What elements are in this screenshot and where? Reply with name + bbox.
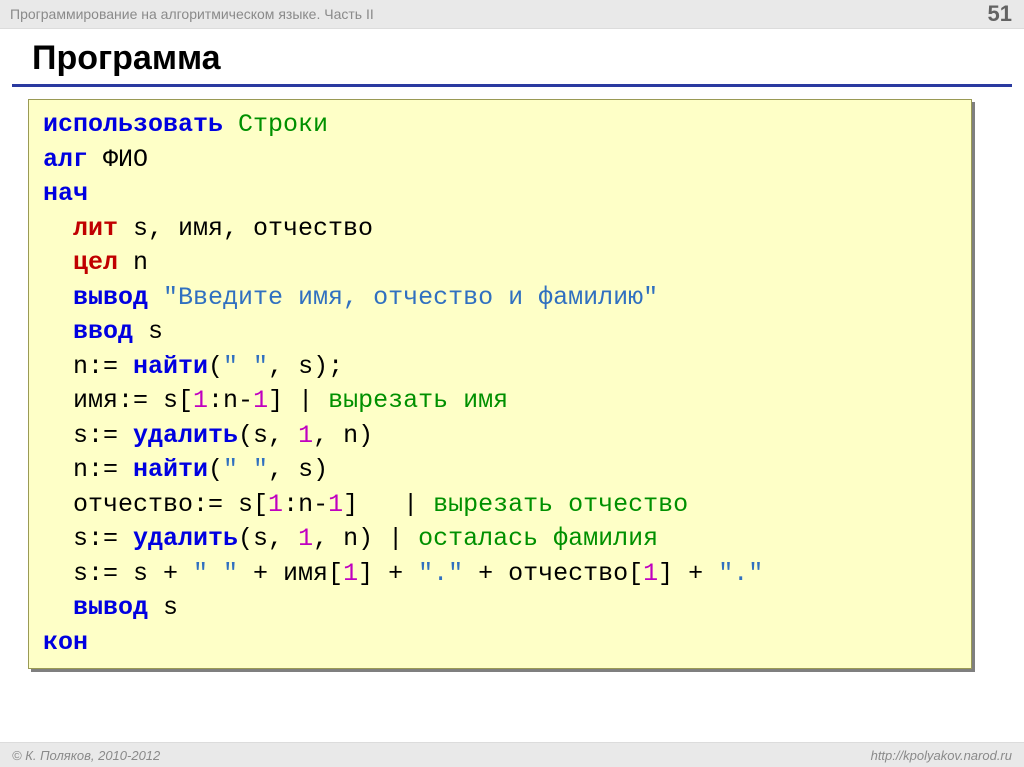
top-bar: Программирование на алгоритмическом язык… <box>0 0 1024 29</box>
code-line-13: s:= удалить(s, 1, n) | осталась фамилия <box>43 522 957 557</box>
code-line-12: отчество:= s[1:n-1] | вырезать отчество <box>43 488 957 523</box>
slide-heading: Программа <box>0 29 1024 84</box>
code-line-15: вывод s <box>43 591 957 626</box>
code-line-1: использовать Строки <box>43 108 957 143</box>
code-line-3: нач <box>43 177 957 212</box>
page-number: 51 <box>988 1 1012 27</box>
code-box: использовать Строки алг ФИО нач лит s, и… <box>28 99 972 669</box>
code-line-4: лит s, имя, отчество <box>43 212 957 247</box>
footer-url: http://kpolyakov.narod.ru <box>871 748 1012 763</box>
code-area: использовать Строки алг ФИО нач лит s, и… <box>0 87 1024 669</box>
slide: Программирование на алгоритмическом язык… <box>0 0 1024 767</box>
code-line-2: алг ФИО <box>43 143 957 178</box>
code-line-7: ввод s <box>43 315 957 350</box>
code-line-6: вывод "Введите имя, отчество и фамилию" <box>43 281 957 316</box>
copyright: © К. Поляков, 2010-2012 <box>12 748 160 763</box>
code-line-16: кон <box>43 626 957 661</box>
code-line-14: s:= s + " " + имя[1] + "." + отчество[1]… <box>43 557 957 592</box>
code-line-10: s:= удалить(s, 1, n) <box>43 419 957 454</box>
code-line-11: n:= найти(" ", s) <box>43 453 957 488</box>
footer: © К. Поляков, 2010-2012 http://kpolyakov… <box>0 742 1024 767</box>
code-line-5: цел n <box>43 246 957 281</box>
code-line-8: n:= найти(" ", s); <box>43 350 957 385</box>
code-line-9: имя:= s[1:n-1] | вырезать имя <box>43 384 957 419</box>
chapter-title: Программирование на алгоритмическом язык… <box>10 6 374 22</box>
